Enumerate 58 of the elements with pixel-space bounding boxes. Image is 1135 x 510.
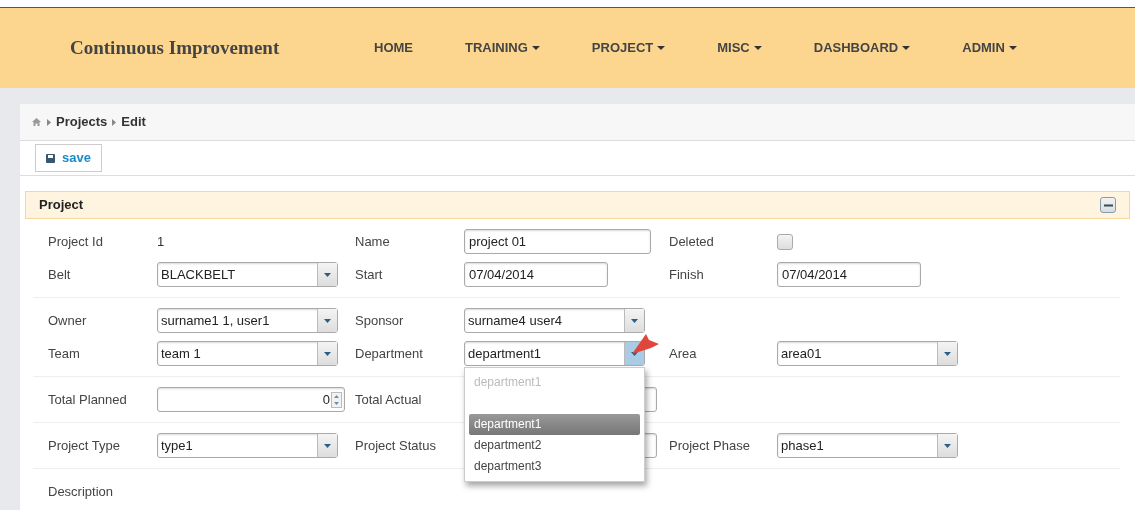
checkbox[interactable] (777, 233, 793, 250)
save-button[interactable]: save (35, 144, 102, 172)
field-label: Owner (48, 311, 88, 330)
dropdown-option[interactable]: department3 (469, 456, 640, 477)
breadcrumb-link[interactable]: Projects (56, 112, 108, 132)
field-label: Project Phase (669, 436, 751, 455)
caret-icon (317, 342, 337, 365)
field-label: Deleted (669, 232, 715, 251)
breadcrumb-link[interactable]: Edit (121, 112, 146, 132)
caret-icon (317, 309, 337, 332)
select-field[interactable]: team 1 (157, 341, 338, 366)
field-label: Department (355, 344, 424, 363)
nav-link[interactable]: PROJECT (591, 38, 666, 58)
field-label: Team (48, 344, 81, 363)
field-value: 1 (157, 232, 165, 251)
nav-link[interactable]: DASHBOARD (813, 38, 911, 58)
brand-title[interactable]: Continuous Improvement (70, 33, 374, 63)
select-field[interactable]: surname4 user4 (464, 308, 645, 333)
home-icon[interactable] (32, 118, 41, 126)
field-label: Belt (48, 265, 72, 284)
caret-icon (937, 434, 957, 457)
dropdown-option[interactable]: department1 (469, 414, 640, 435)
field-label: Total Actual (355, 390, 423, 409)
nav-link[interactable]: ADMIN (962, 38, 1017, 58)
caret-icon (937, 342, 957, 365)
select-field[interactable]: BLACKBELT (157, 262, 338, 287)
field-label: Start (355, 265, 384, 284)
nav-link[interactable]: HOME (374, 38, 413, 58)
nav-link[interactable]: MISC (717, 38, 762, 58)
field-label: Sponsor (355, 311, 405, 330)
text-field[interactable]: project 01 (464, 229, 651, 254)
field-label: Area (669, 344, 698, 363)
caret-icon (624, 309, 644, 332)
dropdown-option[interactable]: department2 (469, 435, 640, 456)
pointer-arrow-icon (632, 334, 660, 356)
nav-link[interactable]: TRAINING (465, 38, 540, 58)
field-label: Name (355, 232, 391, 251)
date-field[interactable]: 07/04/2014 (777, 262, 921, 287)
date-field[interactable]: 07/04/2014 (464, 262, 608, 287)
chevron-right-icon (112, 118, 117, 126)
spinner-icon[interactable] (331, 391, 342, 408)
select-field[interactable]: type1 (157, 433, 338, 458)
field-label: Description (48, 482, 115, 501)
chevron-right-icon (47, 118, 51, 126)
field-label: Total Planned (48, 390, 128, 409)
field-label: Finish (669, 265, 705, 284)
select-field[interactable]: area01 (777, 341, 958, 366)
select-field[interactable]: department1 (464, 341, 645, 366)
select-field[interactable]: surname1 1, user1 (157, 308, 338, 333)
caret-icon (317, 263, 337, 286)
field-label: Project Id (48, 232, 104, 251)
section-title: Project (39, 196, 84, 215)
number-field[interactable]: 0 (157, 387, 345, 412)
field-label: Project Type (48, 436, 122, 455)
field-label: Project Status (355, 436, 437, 455)
select-field[interactable]: phase1 (777, 433, 958, 458)
caret-icon (317, 434, 337, 457)
collapse-button[interactable] (1100, 197, 1116, 213)
